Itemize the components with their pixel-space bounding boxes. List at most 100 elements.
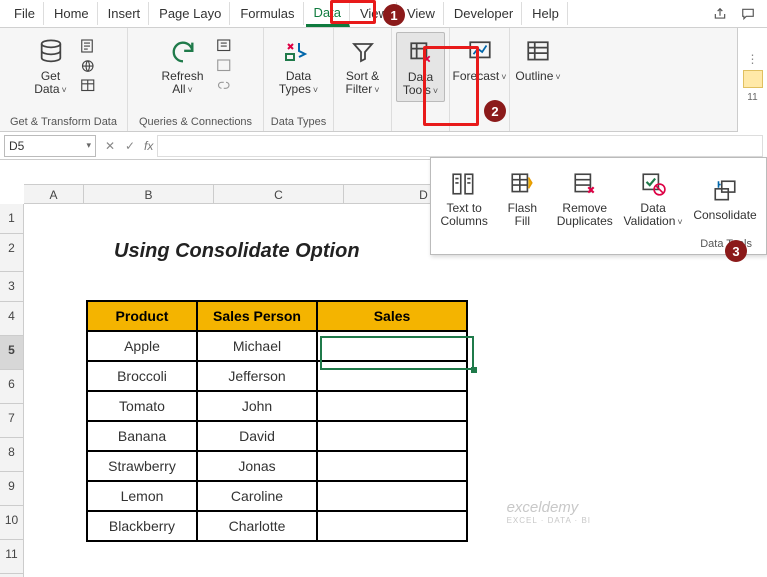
col-header-c[interactable]: C: [214, 185, 344, 203]
flash-fill-button[interactable]: FlashFill: [493, 164, 551, 232]
callout-num-1: 1: [383, 4, 405, 26]
queries-icon[interactable]: [216, 37, 236, 55]
group-title-datatypes: Data Types: [271, 115, 326, 129]
share-icon[interactable]: [707, 4, 733, 24]
text-to-columns-button[interactable]: Text toColumns: [435, 164, 493, 232]
data-tools-button[interactable]: DataTools: [396, 32, 445, 102]
watermark-brand: exceldemy: [507, 499, 579, 516]
from-table-icon[interactable]: [80, 77, 100, 95]
from-text-icon[interactable]: [80, 37, 100, 55]
outline-icon: [522, 36, 554, 68]
ribbon: GetData Get & Transform Data RefreshAll …: [0, 28, 767, 132]
text-to-columns-label: Text toColumns: [441, 202, 488, 228]
data-tools-panel: Text toColumns FlashFill RemoveDuplicate…: [430, 157, 767, 255]
edit-links-icon[interactable]: [216, 77, 236, 95]
row-header[interactable]: 9: [0, 472, 23, 506]
selection-outline: [320, 336, 474, 370]
menu-insert[interactable]: Insert: [100, 2, 150, 25]
refresh-icon: [167, 36, 199, 68]
table-row: StrawberryJonas: [87, 451, 467, 481]
name-box[interactable]: D5 ▾: [4, 135, 96, 157]
menu-home[interactable]: Home: [46, 2, 98, 25]
menu-formulas[interactable]: Formulas: [232, 2, 303, 25]
from-web-icon[interactable]: [80, 57, 100, 75]
table-header-sales: Sales: [317, 301, 467, 331]
name-box-value: D5: [9, 139, 24, 153]
side-panel-fragment: ⋮ 11: [737, 28, 767, 132]
worksheet-title: Using Consolidate Option: [114, 240, 360, 263]
data-validation-button[interactable]: DataValidation: [618, 164, 688, 232]
table-row: TomatoJohn: [87, 391, 467, 421]
row-header[interactable]: 3: [0, 272, 23, 302]
outline-label: Outline: [515, 70, 560, 83]
table-row: LemonCaroline: [87, 481, 467, 511]
flash-fill-icon: [506, 168, 538, 200]
callout-num-3: 3: [725, 240, 747, 262]
col-header-b[interactable]: B: [84, 185, 214, 203]
flash-fill-label: FlashFill: [508, 202, 537, 228]
data-tools-icon: [405, 37, 437, 69]
sort-filter-label: Sort &Filter: [346, 70, 380, 96]
row-header[interactable]: 7: [0, 404, 23, 438]
refresh-all-label: RefreshAll: [161, 70, 203, 96]
menu-view2[interactable]: View: [399, 2, 444, 25]
callout-num-2: 2: [484, 100, 506, 122]
panel-grip-icon: ⋮: [747, 52, 759, 66]
ribbon-group-datatypes: DataTypes Data Types: [264, 28, 334, 131]
fx-label[interactable]: fx: [144, 139, 153, 153]
ribbon-group-sortfilter: Sort &Filter: [334, 28, 392, 131]
row-header[interactable]: 10: [0, 506, 23, 540]
enter-icon[interactable]: ✓: [120, 135, 140, 157]
row-header[interactable]: 2: [0, 234, 23, 272]
row-header[interactable]: 8: [0, 438, 23, 472]
outline-button[interactable]: Outline: [509, 32, 566, 87]
formula-bar: D5 ▾ ✕ ✓ fx: [0, 132, 767, 160]
remove-duplicates-label: RemoveDuplicates: [557, 202, 613, 228]
row-header[interactable]: 11: [0, 540, 23, 574]
menu-file[interactable]: File: [6, 2, 44, 25]
formula-input[interactable]: [157, 135, 763, 157]
worksheet-cells[interactable]: Using Consolidate Option Product Sales P…: [24, 204, 767, 577]
row-header[interactable]: 1: [0, 204, 23, 234]
watermark-tag: EXCEL · DATA · BI: [507, 516, 591, 525]
menu-help[interactable]: Help: [524, 2, 568, 25]
get-data-button[interactable]: GetData: [28, 32, 74, 100]
consolidate-icon: [709, 175, 741, 207]
col-header-a[interactable]: A: [24, 185, 84, 203]
consolidate-button[interactable]: Consolidate: [688, 164, 762, 232]
data-validation-label: DataValidation: [624, 202, 683, 228]
refresh-all-button[interactable]: RefreshAll: [155, 32, 209, 100]
panel-number: 11: [747, 92, 757, 103]
forecast-button[interactable]: Forecast: [447, 32, 513, 87]
row-headers: 1 2 3 4 5 6 7 8 9 10 11: [0, 204, 24, 577]
comment-icon[interactable]: [735, 4, 761, 24]
group-title-queries: Queries & Connections: [139, 115, 252, 129]
text-to-columns-icon: [448, 168, 480, 200]
data-tools-label: DataTools: [403, 71, 438, 97]
data-validation-icon: [637, 168, 669, 200]
get-data-label: GetData: [34, 70, 67, 96]
table-row: BlackberryCharlotte: [87, 511, 467, 541]
data-types-icon: [283, 36, 315, 68]
row-header-selected[interactable]: 5: [0, 336, 23, 370]
fill-handle[interactable]: [471, 367, 477, 373]
cancel-icon[interactable]: ✕: [100, 135, 120, 157]
remove-duplicates-button[interactable]: RemoveDuplicates: [551, 164, 618, 232]
data-types-button[interactable]: DataTypes: [273, 32, 324, 100]
row-header[interactable]: 4: [0, 302, 23, 336]
menu-developer[interactable]: Developer: [446, 2, 522, 25]
group-title-get-transform: Get & Transform Data: [10, 115, 117, 129]
properties-icon[interactable]: [216, 57, 236, 75]
menu-pagelayout[interactable]: Page Layo: [151, 2, 230, 25]
database-icon: [35, 36, 67, 68]
row-header[interactable]: 6: [0, 370, 23, 404]
remove-duplicates-icon: [569, 168, 601, 200]
sort-filter-button[interactable]: Sort &Filter: [340, 32, 386, 100]
table-header-product: Product: [87, 301, 197, 331]
table-row: BananaDavid: [87, 421, 467, 451]
chevron-down-icon[interactable]: ▾: [86, 140, 91, 151]
panel-marker-icon: [743, 70, 763, 88]
menu-data[interactable]: Data: [306, 1, 350, 27]
ribbon-group-datatools: DataTools: [392, 28, 450, 131]
forecast-label: Forecast: [453, 70, 507, 83]
